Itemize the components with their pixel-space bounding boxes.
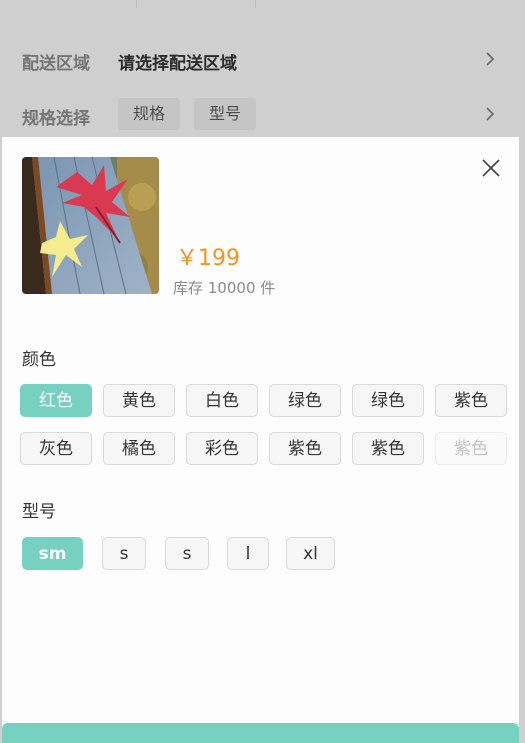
color-option[interactable]: 紫色 — [269, 432, 341, 465]
divider — [136, 0, 137, 8]
chevron-right-icon — [486, 107, 495, 121]
spec-tag-guige[interactable]: 规格 — [118, 98, 181, 130]
background-top-strip — [0, 0, 525, 32]
delivery-area-value: 请选择配送区域 — [118, 54, 237, 74]
model-section-title: 型号 — [22, 502, 56, 522]
divider — [255, 0, 256, 8]
color-option[interactable]: 灰色 — [20, 432, 92, 465]
sku-popup: ￥199 库存 10000 件 颜色 红色 黄色 白色 绿色 绿色 紫色 灰色 … — [2, 137, 519, 738]
close-icon[interactable] — [480, 157, 502, 179]
model-option[interactable]: s — [165, 537, 209, 570]
color-section-title: 颜色 — [22, 350, 56, 370]
model-option[interactable]: l — [227, 537, 269, 570]
color-option[interactable]: 黄色 — [103, 384, 175, 417]
color-option[interactable]: 紫色 — [352, 432, 424, 465]
product-image — [22, 157, 159, 294]
spec-select-row[interactable]: 规格选择 规格 型号 — [0, 98, 525, 137]
color-option[interactable]: 彩色 — [186, 432, 258, 465]
color-option[interactable]: 白色 — [186, 384, 258, 417]
model-option[interactable]: s — [102, 537, 146, 570]
delivery-area-row[interactable]: 配送区域 请选择配送区域 — [0, 32, 525, 88]
color-option[interactable]: 绿色 — [352, 384, 424, 417]
color-option[interactable]: 红色 — [20, 384, 92, 417]
spec-select-label: 规格选择 — [22, 109, 90, 129]
delivery-area-label: 配送区域 — [22, 54, 90, 74]
product-price: ￥199 — [176, 246, 240, 271]
color-option[interactable]: 紫色 — [435, 384, 507, 417]
chevron-right-icon — [486, 52, 495, 66]
color-option[interactable]: 绿色 — [269, 384, 341, 417]
model-option[interactable]: sm — [22, 537, 83, 570]
model-option[interactable]: xl — [286, 537, 335, 570]
color-option-disabled: 紫色 — [435, 432, 507, 465]
color-option[interactable]: 橘色 — [103, 432, 175, 465]
confirm-button[interactable] — [2, 723, 519, 743]
spec-tag-xinghao[interactable]: 型号 — [194, 98, 257, 130]
product-stock: 库存 10000 件 — [173, 279, 276, 297]
